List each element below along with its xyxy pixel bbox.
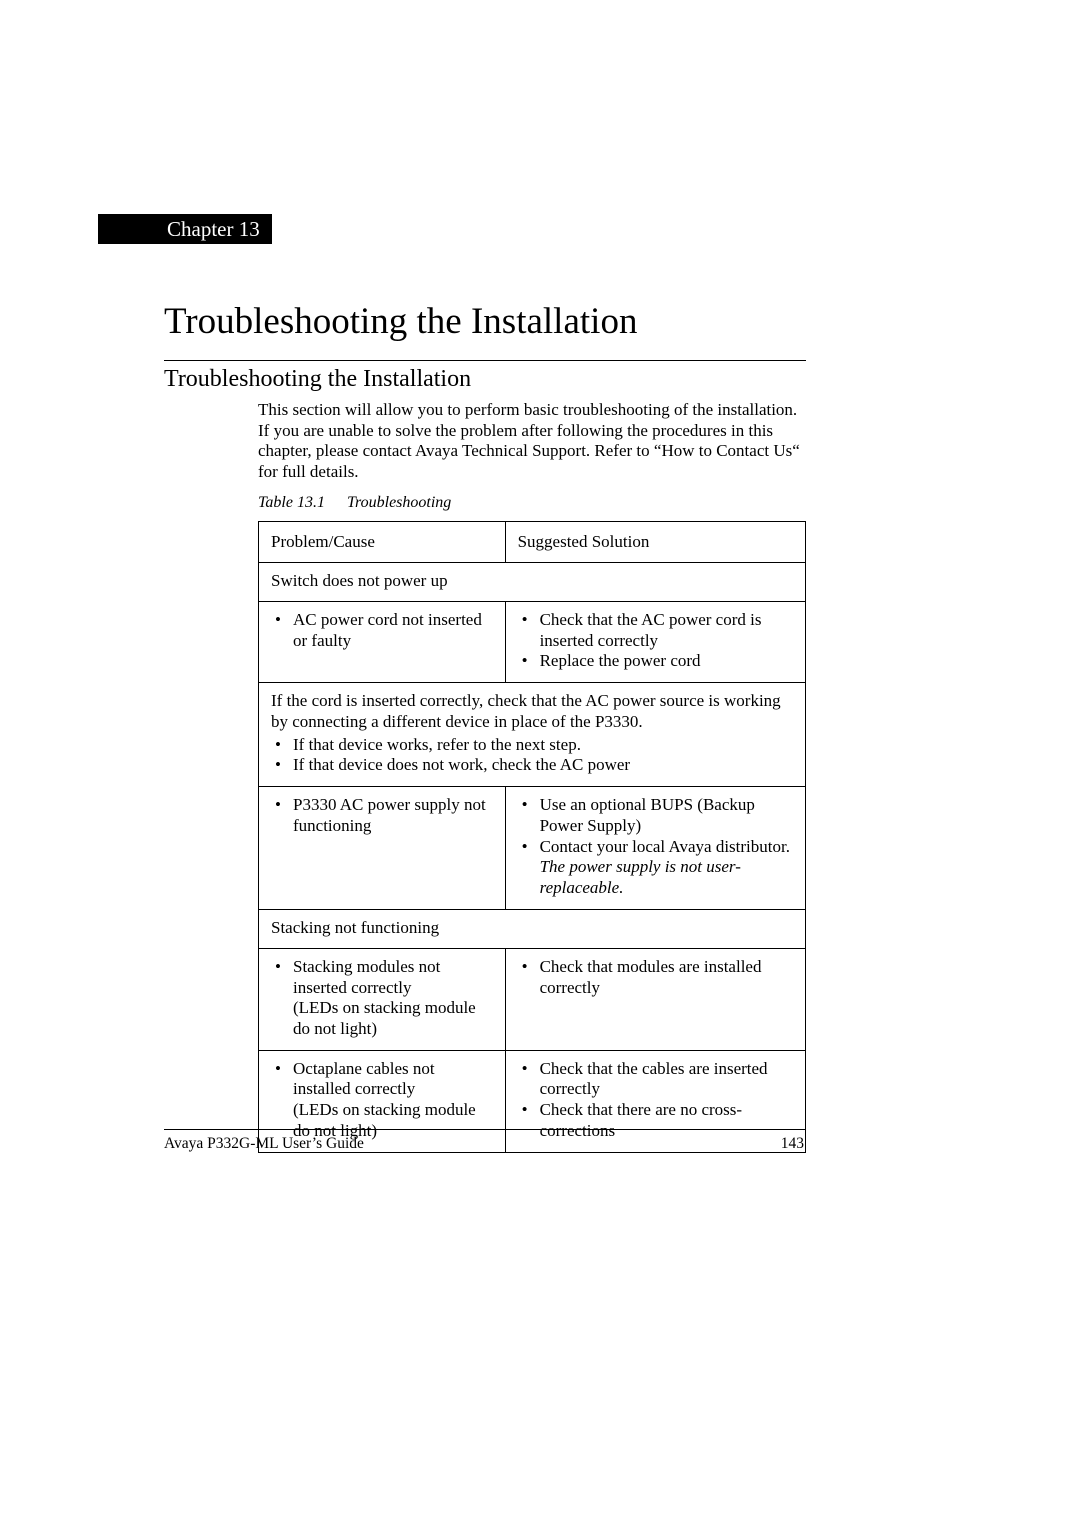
- list-item: If that device works, refer to the next …: [271, 735, 793, 756]
- problem-cell: Stacking modules not inserted correctly(…: [259, 948, 506, 1050]
- problem-cell: P3330 AC power supply not functioning: [259, 787, 506, 910]
- solution-cell: Use an optional BUPS (Backup Power Suppl…: [505, 787, 805, 910]
- solution-cell: Check that modules are installed correct…: [505, 948, 805, 1050]
- footer-left: Avaya P332G-ML User’s Guide: [164, 1135, 364, 1153]
- header-problem: Problem/Cause: [259, 522, 506, 563]
- table-caption-name: Troubleshooting: [347, 494, 451, 511]
- table-row: P3330 AC power supply not functioning Use…: [259, 787, 806, 910]
- troubleshooting-table: Problem/Cause Suggested Solution Switch …: [258, 521, 806, 1153]
- solution-cell: Check that the cables are inserted corre…: [505, 1050, 805, 1152]
- section-heading: Troubleshooting the Installation: [164, 366, 471, 393]
- table-header-row: Problem/Cause Suggested Solution: [259, 522, 806, 563]
- spanning-cell: If the cord is inserted correctly, check…: [259, 683, 806, 787]
- problem-cell: AC power cord not inserted or faulty: [259, 602, 506, 683]
- intro-paragraph: This section will allow you to perform b…: [258, 400, 806, 483]
- list-item: Check that there are no cross-correction…: [518, 1100, 793, 1141]
- section-heading-cell: Switch does not power up: [259, 563, 806, 602]
- list-item: Stacking modules not inserted correctly(…: [271, 957, 493, 1040]
- header-solution: Suggested Solution: [505, 522, 805, 563]
- banner-accent: [98, 214, 155, 244]
- chapter-banner: Chapter 13: [98, 214, 804, 244]
- list-item: Use an optional BUPS (Backup Power Suppl…: [518, 795, 793, 836]
- section-heading-cell: Stacking not functioning: [259, 909, 806, 948]
- table-row: If the cord is inserted correctly, check…: [259, 683, 806, 787]
- document-title: Troubleshooting the Installation: [164, 300, 637, 343]
- list-item: Check that the AC power cord is inserted…: [518, 610, 793, 651]
- table-row: Stacking not functioning: [259, 909, 806, 948]
- list-item: Check that the cables are inserted corre…: [518, 1059, 793, 1100]
- list-item: P3330 AC power supply not functioning: [271, 795, 493, 836]
- table-caption-number: Table 13.1: [258, 494, 325, 511]
- table-row: Stacking modules not inserted correctly(…: [259, 948, 806, 1050]
- table-row: Switch does not power up: [259, 563, 806, 602]
- footer-rule: [164, 1129, 806, 1130]
- list-item: Replace the power cord: [518, 651, 793, 672]
- list-item: AC power cord not inserted or faulty: [271, 610, 493, 651]
- table-row: AC power cord not inserted or faulty Chec…: [259, 602, 806, 683]
- title-rule: [164, 360, 806, 361]
- list-item: Contact your local Avaya distributor. Th…: [518, 837, 793, 899]
- chapter-label: Chapter 13: [155, 214, 272, 244]
- footer-page-number: 143: [781, 1135, 804, 1153]
- solution-cell: Check that the AC power cord is inserted…: [505, 602, 805, 683]
- list-item: If that device does not work, check the …: [271, 755, 793, 776]
- list-item: Check that modules are installed correct…: [518, 957, 793, 998]
- table-caption: Table 13.1 Troubleshooting: [258, 494, 451, 512]
